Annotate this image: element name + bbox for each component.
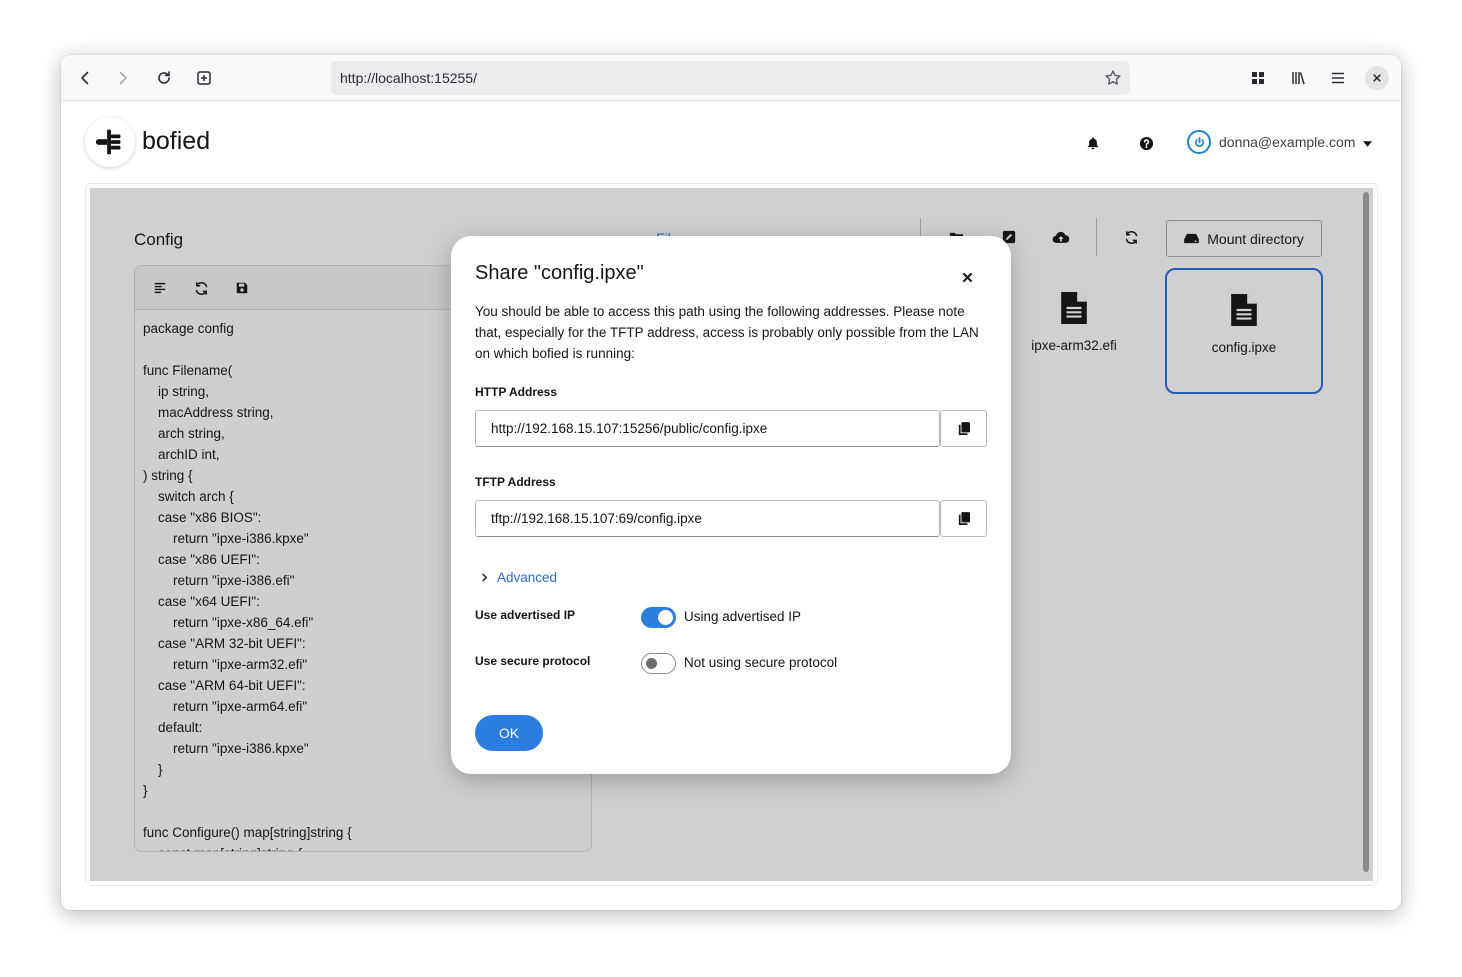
secure-protocol-label: Use secure protocol	[475, 654, 591, 668]
refresh-code-icon[interactable]	[192, 279, 210, 297]
http-address-input[interactable]: http://192.168.15.107:15256/public/confi…	[475, 410, 940, 447]
copy-icon	[958, 421, 970, 435]
file-icon	[1231, 294, 1257, 326]
close-icon[interactable]	[959, 269, 975, 285]
mount-directory-label: Mount directory	[1207, 230, 1304, 247]
dialog-description: You should be able to access this path u…	[475, 304, 979, 361]
url-bar[interactable]: http://localhost:15255/	[331, 61, 1130, 95]
file-name: ipxe-arm32.efi	[1031, 338, 1117, 353]
file-tile-selected[interactable]: config.ipxe	[1165, 268, 1323, 394]
ok-button[interactable]: OK	[475, 715, 543, 751]
back-icon[interactable]	[71, 65, 99, 91]
file-tile[interactable]: ipxe-arm32.efi	[995, 268, 1153, 394]
refresh-files-icon[interactable]	[1122, 228, 1140, 246]
copy-icon	[958, 511, 970, 525]
tftp-address-input[interactable]: tftp://192.168.15.107:69/config.ipxe	[475, 500, 940, 537]
file-icon	[1061, 292, 1087, 324]
caret-down-icon	[1363, 134, 1373, 150]
chevron-right-icon	[481, 570, 488, 585]
bookmark-star-icon[interactable]	[1104, 69, 1122, 87]
scrollbar-thumb[interactable]	[1363, 192, 1369, 872]
help-icon[interactable]	[1137, 134, 1155, 152]
mount-directory-button[interactable]: Mount directory	[1166, 220, 1322, 257]
app-header: bofied donna@example.com	[61, 101, 1401, 185]
toolbar-divider	[1096, 218, 1097, 256]
secure-protocol-switch[interactable]	[641, 653, 676, 674]
dialog-title: Share "config.ipxe"	[475, 262, 644, 284]
user-menu[interactable]: donna@example.com	[1187, 130, 1373, 154]
browser-toolbar: http://localhost:15255/	[61, 55, 1401, 101]
menu-icon[interactable]	[1324, 65, 1352, 91]
upload-cloud-icon[interactable]	[1052, 228, 1070, 246]
library-icon[interactable]	[1284, 65, 1312, 91]
new-tab-icon[interactable]	[190, 65, 218, 91]
close-icon[interactable]	[1365, 66, 1389, 90]
advanced-label: Advanced	[497, 570, 558, 585]
advertised-ip-switch[interactable]	[641, 607, 676, 628]
scrollbar[interactable]	[1362, 192, 1370, 875]
share-dialog: Share "config.ipxe" You should be able t…	[451, 236, 1011, 774]
power-user-icon	[1187, 130, 1211, 154]
forward-icon[interactable]	[109, 65, 137, 91]
secure-protocol-state: Not using secure protocol	[684, 655, 838, 670]
copy-http-button[interactable]	[940, 410, 987, 447]
http-address-label: HTTP Address	[475, 385, 558, 399]
brand-name: bofied	[142, 127, 211, 155]
notifications-bell-icon[interactable]	[1084, 134, 1102, 152]
advertised-ip-state: Using advertised IP	[684, 609, 802, 624]
page-title: Config	[134, 230, 184, 249]
advanced-toggle[interactable]: Advanced	[481, 570, 557, 585]
save-icon[interactable]	[233, 279, 251, 297]
advertised-ip-label: Use advertised IP	[475, 608, 576, 622]
user-email: donna@example.com	[1219, 134, 1356, 150]
reload-icon[interactable]	[150, 65, 178, 91]
bofied-logo	[85, 117, 135, 167]
url-text[interactable]: http://localhost:15255/	[340, 70, 477, 86]
tftp-address-label: TFTP Address	[475, 475, 556, 489]
format-code-icon[interactable]	[151, 279, 169, 297]
apps-grid-icon[interactable]	[1244, 65, 1272, 91]
copy-tftp-button[interactable]	[940, 500, 987, 537]
hard-drive-icon	[1184, 231, 1200, 247]
file-name: config.ipxe	[1211, 340, 1277, 355]
